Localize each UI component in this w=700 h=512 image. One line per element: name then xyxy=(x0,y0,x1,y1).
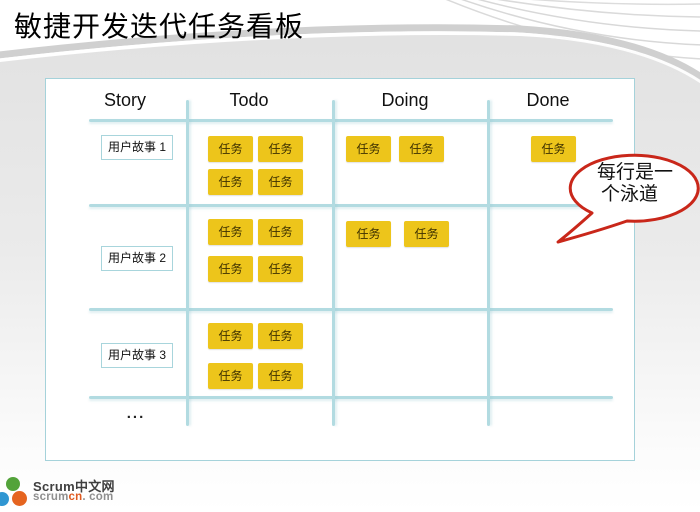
story-card: 用户故事 1 xyxy=(101,135,173,160)
url-prefix: scrum xyxy=(33,491,69,503)
task-card: 任务 xyxy=(258,169,303,195)
callout-line-1: 每行是一 xyxy=(597,162,673,184)
story-card: 用户故事 2 xyxy=(101,246,173,271)
logo-orange-dot-icon xyxy=(12,491,27,506)
task-card: 任务 xyxy=(258,136,303,162)
kanban-board: Story Todo Doing Done 用户故事 1 用户故事 2 用户故事… xyxy=(45,78,635,461)
task-card: 任务 xyxy=(258,219,303,245)
callout-line-2: 个泳道 xyxy=(597,184,673,206)
column-header-doing: Doing xyxy=(381,90,428,111)
column-header-story: Story xyxy=(104,90,146,111)
url-highlight: cn xyxy=(69,491,83,503)
grid-line-row1 xyxy=(89,204,613,207)
task-card: 任务 xyxy=(208,256,253,282)
task-card: 任务 xyxy=(399,136,444,162)
task-card: 任务 xyxy=(208,219,253,245)
swimlane-callout-text: 每行是一 个泳道 xyxy=(597,162,673,206)
task-card: 任务 xyxy=(208,363,253,389)
task-card: 任务 xyxy=(258,323,303,349)
slide-title: 敏捷开发迭代任务看板 xyxy=(14,5,304,45)
task-card: 任务 xyxy=(531,136,576,162)
task-card: 任务 xyxy=(346,136,391,162)
task-card: 任务 xyxy=(208,169,253,195)
url-suffix: . com xyxy=(82,491,113,503)
grid-line-col-doing xyxy=(487,100,490,426)
task-card: 任务 xyxy=(346,221,391,247)
story-card: 用户故事 3 xyxy=(101,343,173,368)
more-rows-ellipsis: ... xyxy=(106,405,166,422)
grid-line-col-todo xyxy=(332,100,335,426)
task-card: 任务 xyxy=(258,363,303,389)
task-card: 任务 xyxy=(208,323,253,349)
logo-green-dot-icon xyxy=(6,477,20,491)
task-card: 任务 xyxy=(404,221,449,247)
task-card: 任务 xyxy=(258,256,303,282)
grid-line-header xyxy=(89,119,613,122)
grid-line-row2 xyxy=(89,308,613,311)
brand-url: scrumcn. com xyxy=(33,491,113,503)
grid-line-row3 xyxy=(89,396,613,399)
column-header-todo: Todo xyxy=(229,90,268,111)
column-header-done: Done xyxy=(526,90,569,111)
task-card: 任务 xyxy=(208,136,253,162)
grid-line-col-story xyxy=(186,100,189,426)
